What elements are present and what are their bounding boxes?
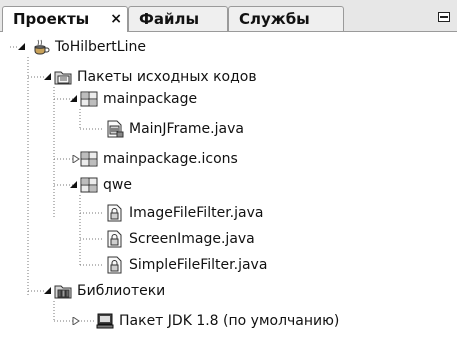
- tree-node-label: Библиотеки: [77, 283, 166, 299]
- tree-node-label: mainpackage: [103, 91, 198, 107]
- expanded-toggle-icon[interactable]: [18, 43, 26, 51]
- tree-node-file-simplefilefilter[interactable]: SimpleFileFilter.java: [106, 254, 267, 276]
- tree-node-package-mainpackage[interactable]: mainpackage: [80, 88, 197, 110]
- package-icon: [80, 91, 98, 107]
- tab-projects[interactable]: Проекты ×: [2, 6, 128, 32]
- tree-node-label: MainJFrame.java: [129, 121, 244, 137]
- package-icon: [80, 177, 98, 193]
- library-folder-icon: [54, 285, 72, 299]
- expanded-toggle-icon[interactable]: [70, 181, 78, 189]
- tree-node-project[interactable]: ToHilbertLine: [32, 36, 146, 58]
- tree-node-label: Пакеты исходных кодов: [77, 69, 257, 85]
- expanded-toggle-icon[interactable]: [44, 73, 52, 81]
- jdk-icon: [96, 313, 114, 329]
- tab-files-label: Файлы: [139, 10, 200, 28]
- java-class-icon: [107, 256, 122, 274]
- tab-services-label: Службы: [239, 10, 310, 28]
- tree-node-label: SimpleFileFilter.java: [129, 257, 268, 273]
- tree-node-source-packages[interactable]: Пакеты исходных кодов: [54, 66, 257, 88]
- tree-node-label: ToHilbertLine: [55, 39, 146, 55]
- form-file-icon: [107, 120, 124, 138]
- collapsed-toggle-icon[interactable]: [72, 155, 80, 163]
- tab-files[interactable]: Файлы: [128, 6, 228, 31]
- minimize-icon[interactable]: [438, 12, 450, 22]
- tree-node-package-qwe[interactable]: qwe: [80, 174, 132, 196]
- tree-node-label: mainpackage.icons: [103, 151, 238, 167]
- tab-projects-label: Проекты: [13, 10, 90, 28]
- tree-node-label: ImageFileFilter.java: [129, 205, 264, 221]
- project-tree: ToHilbertLine Пакеты исходных кодов main…: [0, 32, 457, 340]
- expanded-toggle-icon[interactable]: [44, 287, 52, 295]
- tree-node-label: Пакет JDK 1.8 (по умолчанию): [119, 313, 340, 329]
- package-icon: [80, 151, 98, 167]
- collapsed-toggle-icon[interactable]: [72, 317, 80, 325]
- tree-node-jdk[interactable]: Пакет JDK 1.8 (по умолчанию): [96, 310, 339, 332]
- project-icon: [34, 39, 50, 55]
- tree-node-label: qwe: [103, 177, 132, 193]
- close-icon[interactable]: ×: [110, 7, 122, 31]
- expanded-toggle-icon[interactable]: [70, 95, 78, 103]
- tree-node-package-mainpackage-icons[interactable]: mainpackage.icons: [80, 148, 238, 170]
- tree-node-file-mainjframe[interactable]: MainJFrame.java: [106, 118, 244, 140]
- tree-node-libraries[interactable]: Библиотеки: [54, 280, 165, 302]
- java-class-icon: [107, 204, 122, 222]
- tab-services[interactable]: Службы: [228, 6, 344, 31]
- tree-node-file-screenimage[interactable]: ScreenImage.java: [106, 228, 255, 250]
- tree-node-label: ScreenImage.java: [129, 231, 255, 247]
- source-folder-icon: [54, 71, 72, 85]
- tree-node-file-imagefilefilter[interactable]: ImageFileFilter.java: [106, 202, 263, 224]
- java-class-icon: [107, 230, 122, 248]
- tab-bar: Проекты × Файлы Службы: [0, 0, 457, 32]
